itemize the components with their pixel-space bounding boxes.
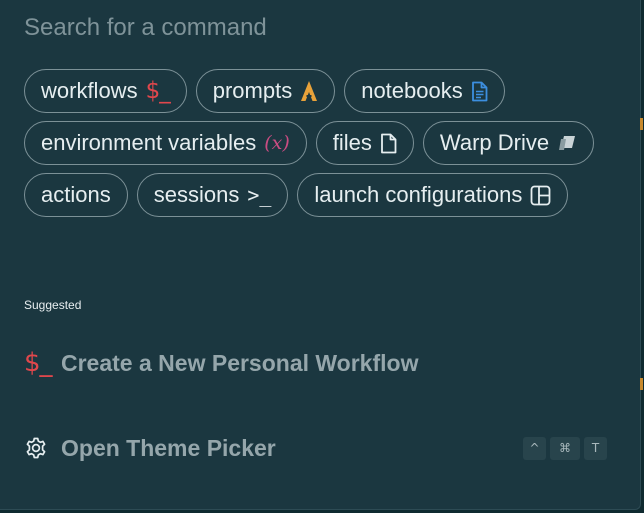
variable-x-icon: (x): [264, 131, 290, 154]
command-open-theme-picker[interactable]: Open Theme Picker ^ ⌘ T: [0, 418, 640, 478]
terminal-prompt-icon: >_: [247, 183, 272, 207]
command-label: Open Theme Picker: [61, 434, 276, 461]
filter-chip-label: notebooks: [361, 78, 463, 103]
command-label: Create a New Personal Workflow: [61, 349, 419, 376]
filter-chip-label: files: [332, 130, 372, 155]
file-icon: [380, 133, 397, 154]
filter-chip-workflows[interactable]: workflows $_: [24, 69, 187, 113]
filter-chip-actions[interactable]: actions: [24, 173, 128, 217]
filter-chip-notebooks[interactable]: notebooks: [344, 69, 505, 113]
shortcut-key-control: ^: [523, 436, 546, 460]
filter-chip-prompts[interactable]: prompts: [195, 69, 336, 113]
prompt-a-icon: [300, 80, 318, 102]
filter-chip-label: actions: [41, 182, 111, 207]
warp-drive-icon: [557, 134, 577, 152]
keyboard-shortcut: ^ ⌘ T: [523, 436, 607, 460]
command-search-input[interactable]: [24, 10, 614, 46]
filter-chip-label: prompts: [212, 78, 293, 103]
shortcut-key-command: ⌘: [550, 436, 580, 460]
command-palette: workflows $_ prompts notebooks: [0, 0, 641, 510]
shortcut-key-t: T: [584, 436, 607, 460]
filter-chip-warp-drive[interactable]: Warp Drive: [422, 121, 595, 165]
filter-chip-files[interactable]: files: [315, 121, 414, 165]
filter-chip-environment-variables[interactable]: environment variables (x): [24, 121, 307, 165]
filter-chip-label: environment variables: [41, 130, 257, 155]
layout-panels-icon: [530, 185, 551, 206]
edge-indicator: [640, 118, 643, 130]
command-create-new-personal-workflow[interactable]: $_ Create a New Personal Workflow: [0, 333, 640, 393]
filter-chip-label: workflows: [41, 78, 138, 103]
filter-chip-launch-configurations[interactable]: launch configurations: [297, 173, 569, 217]
dollar-prompt-icon: $_: [24, 348, 53, 378]
filter-chip-label: launch configurations: [314, 182, 523, 207]
suggested-section-label: Suggested: [24, 298, 82, 312]
filter-chip-sessions[interactable]: sessions >_: [136, 173, 289, 217]
filter-chip-label: sessions: [153, 182, 240, 207]
filter-chip-list: workflows $_ prompts notebooks environme…: [24, 69, 620, 217]
gear-icon: [24, 436, 48, 460]
filter-chip-label: Warp Drive: [439, 130, 550, 155]
notebook-icon: [471, 81, 488, 102]
dollar-prompt-icon: $_: [145, 77, 171, 104]
edge-indicator: [640, 378, 643, 390]
